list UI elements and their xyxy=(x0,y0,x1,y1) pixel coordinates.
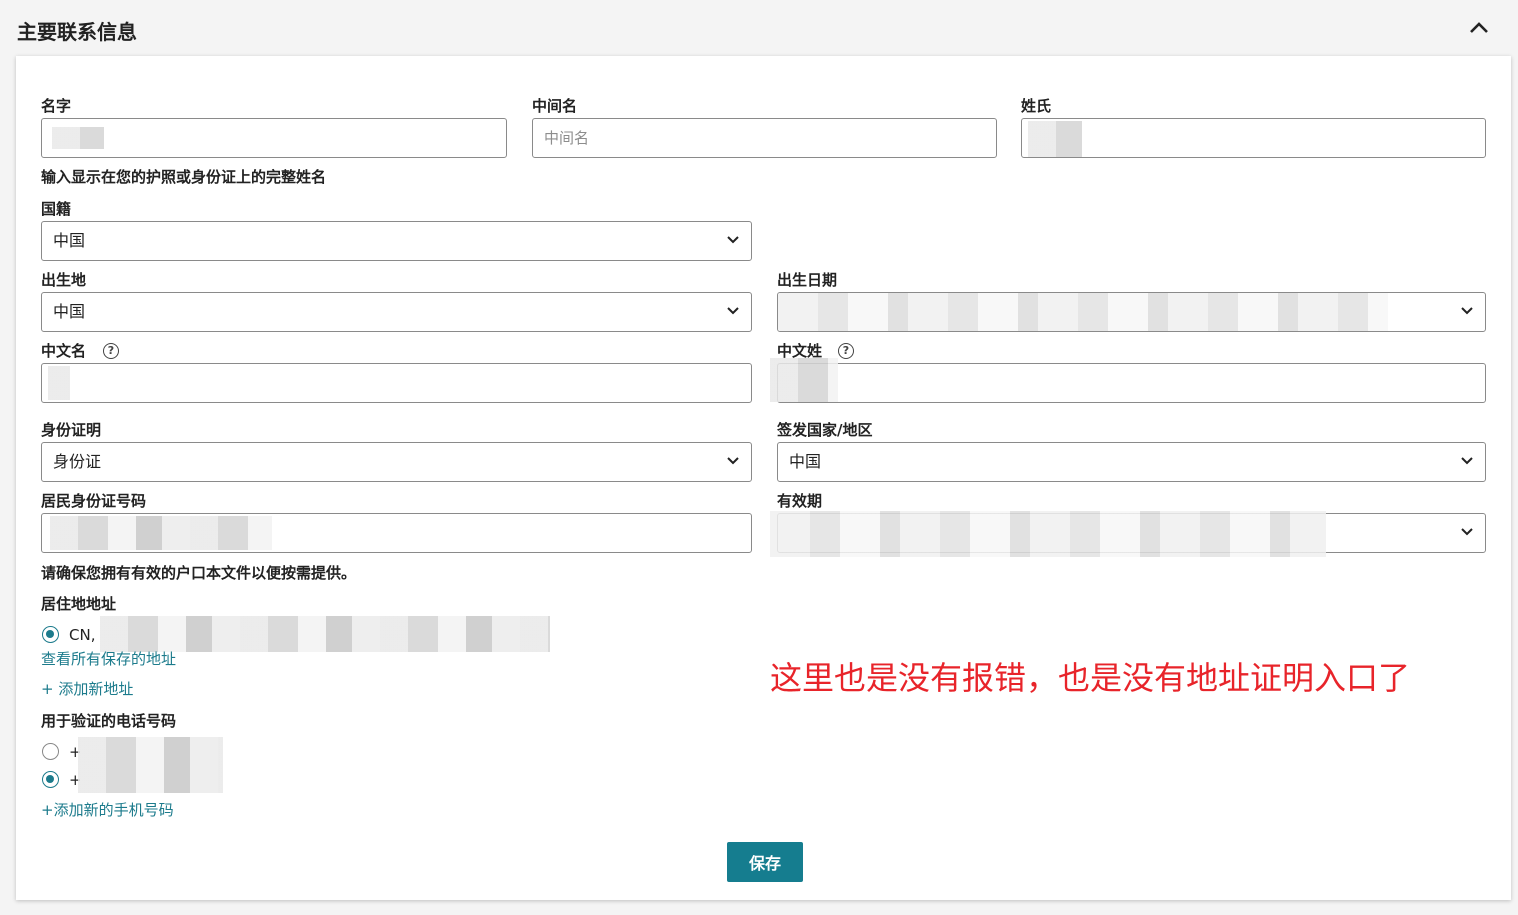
redacted-value xyxy=(770,358,838,402)
chinese-given-name-label-text: 中文名 xyxy=(41,342,87,360)
chinese-given-name-input[interactable] xyxy=(42,364,751,402)
question-circle-icon[interactable]: ? xyxy=(838,343,854,359)
issuing-country-label: 签发国家/地区 xyxy=(777,421,873,439)
issuing-country-value: 中国 xyxy=(789,452,822,471)
expiry-label: 有效期 xyxy=(777,492,823,510)
chevron-down-icon xyxy=(727,307,739,315)
first-name-input[interactable] xyxy=(42,119,506,157)
birthplace-value: 中国 xyxy=(53,302,86,321)
redacted-value xyxy=(1028,121,1082,157)
add-address-link[interactable]: + 添加新地址 xyxy=(41,680,133,698)
phone-radio-1[interactable] xyxy=(42,743,59,760)
issuing-country-select[interactable]: 中国 xyxy=(777,442,1486,482)
chinese-given-name-field[interactable] xyxy=(41,363,752,403)
address-label: 居住地地址 xyxy=(41,595,117,613)
question-circle-icon[interactable]: ? xyxy=(103,343,119,359)
redacted-value xyxy=(770,511,1326,557)
add-phone-link[interactable]: +添加新的手机号码 xyxy=(41,801,174,819)
chevron-down-icon xyxy=(1461,528,1473,536)
address-radio[interactable] xyxy=(42,626,59,643)
middle-name-field[interactable] xyxy=(532,118,997,158)
chevron-down-icon xyxy=(1461,307,1473,315)
id-number-label: 居民身份证号码 xyxy=(41,492,147,510)
chinese-surname-input[interactable] xyxy=(778,364,1485,402)
address-option-text: CN, xyxy=(69,626,96,644)
id-number-field[interactable] xyxy=(41,513,752,553)
id-type-label: 身份证明 xyxy=(41,421,102,439)
view-saved-addresses-link[interactable]: 查看所有保存的地址 xyxy=(41,650,176,668)
redacted-value xyxy=(100,616,550,652)
birthdate-select[interactable] xyxy=(777,292,1486,332)
first-name-field[interactable] xyxy=(41,118,507,158)
name-help-text: 输入显示在您的护照或身份证上的完整姓名 xyxy=(41,168,327,186)
redacted-value xyxy=(48,366,70,400)
phone-radio-2[interactable] xyxy=(42,771,59,788)
nationality-label: 国籍 xyxy=(41,200,72,218)
nationality-value: 中国 xyxy=(53,231,86,250)
middle-name-input[interactable] xyxy=(533,119,996,157)
chinese-surname-field[interactable] xyxy=(777,363,1486,403)
birthdate-label: 出生日期 xyxy=(777,271,838,289)
contact-info-card: 名字 中间名 姓氏 输入显示在您的护照或身份证上的完整姓名 国籍 中国 出生地 … xyxy=(16,56,1511,900)
collapse-button[interactable] xyxy=(1466,17,1492,39)
chevron-up-icon xyxy=(1470,22,1488,33)
redacted-value xyxy=(78,737,223,767)
redacted-value xyxy=(52,127,104,149)
middle-name-label: 中间名 xyxy=(532,97,578,115)
section-title: 主要联系信息 xyxy=(17,20,137,44)
save-button[interactable]: 保存 xyxy=(727,842,803,882)
id-help-text: 请确保您拥有有效的户口本文件以便按需提供。 xyxy=(41,564,357,582)
last-name-input[interactable] xyxy=(1022,119,1485,157)
redacted-value xyxy=(78,767,223,793)
id-type-select[interactable]: 身份证 xyxy=(41,442,752,482)
last-name-label: 姓氏 xyxy=(1021,97,1052,115)
birthplace-select[interactable]: 中国 xyxy=(41,292,752,332)
last-name-field[interactable] xyxy=(1021,118,1486,158)
id-type-value: 身份证 xyxy=(53,452,102,471)
nationality-select[interactable]: 中国 xyxy=(41,221,752,261)
chevron-down-icon xyxy=(1461,457,1473,465)
first-name-label: 名字 xyxy=(41,97,72,115)
chevron-down-icon xyxy=(727,457,739,465)
redacted-value xyxy=(50,516,272,550)
chinese-given-name-label: 中文名 xyxy=(41,342,86,360)
chevron-down-icon xyxy=(727,236,739,244)
phone-label: 用于验证的电话号码 xyxy=(41,712,177,730)
birthplace-label: 出生地 xyxy=(41,271,87,289)
annotation-text: 这里也是没有报错，也是没有地址证明入口了 xyxy=(770,659,1411,697)
redacted-value xyxy=(778,293,1388,331)
